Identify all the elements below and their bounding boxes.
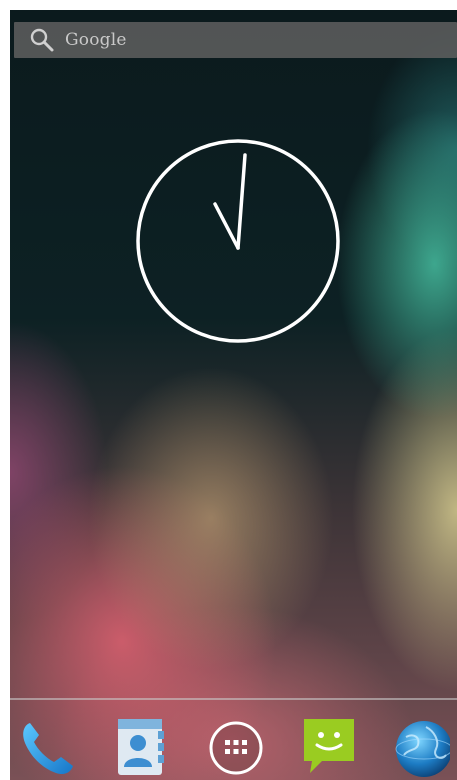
browser-app-icon[interactable] (390, 715, 450, 777)
favorites-dock (10, 707, 457, 780)
messaging-app-icon[interactable] (298, 715, 358, 777)
google-search-bar[interactable]: Google (14, 22, 457, 58)
dock-divider (10, 698, 457, 700)
home-screen: Google (10, 10, 457, 780)
contacts-app-icon[interactable] (110, 715, 170, 777)
hour-hand (213, 202, 240, 250)
analog-clock-widget[interactable] (134, 137, 342, 345)
app-drawer-icon[interactable] (206, 715, 266, 777)
search-icon (30, 28, 54, 52)
minute-hand (236, 153, 247, 250)
wallpaper (10, 10, 457, 780)
phone-app-icon[interactable] (16, 715, 76, 777)
search-label: Google (65, 30, 127, 50)
